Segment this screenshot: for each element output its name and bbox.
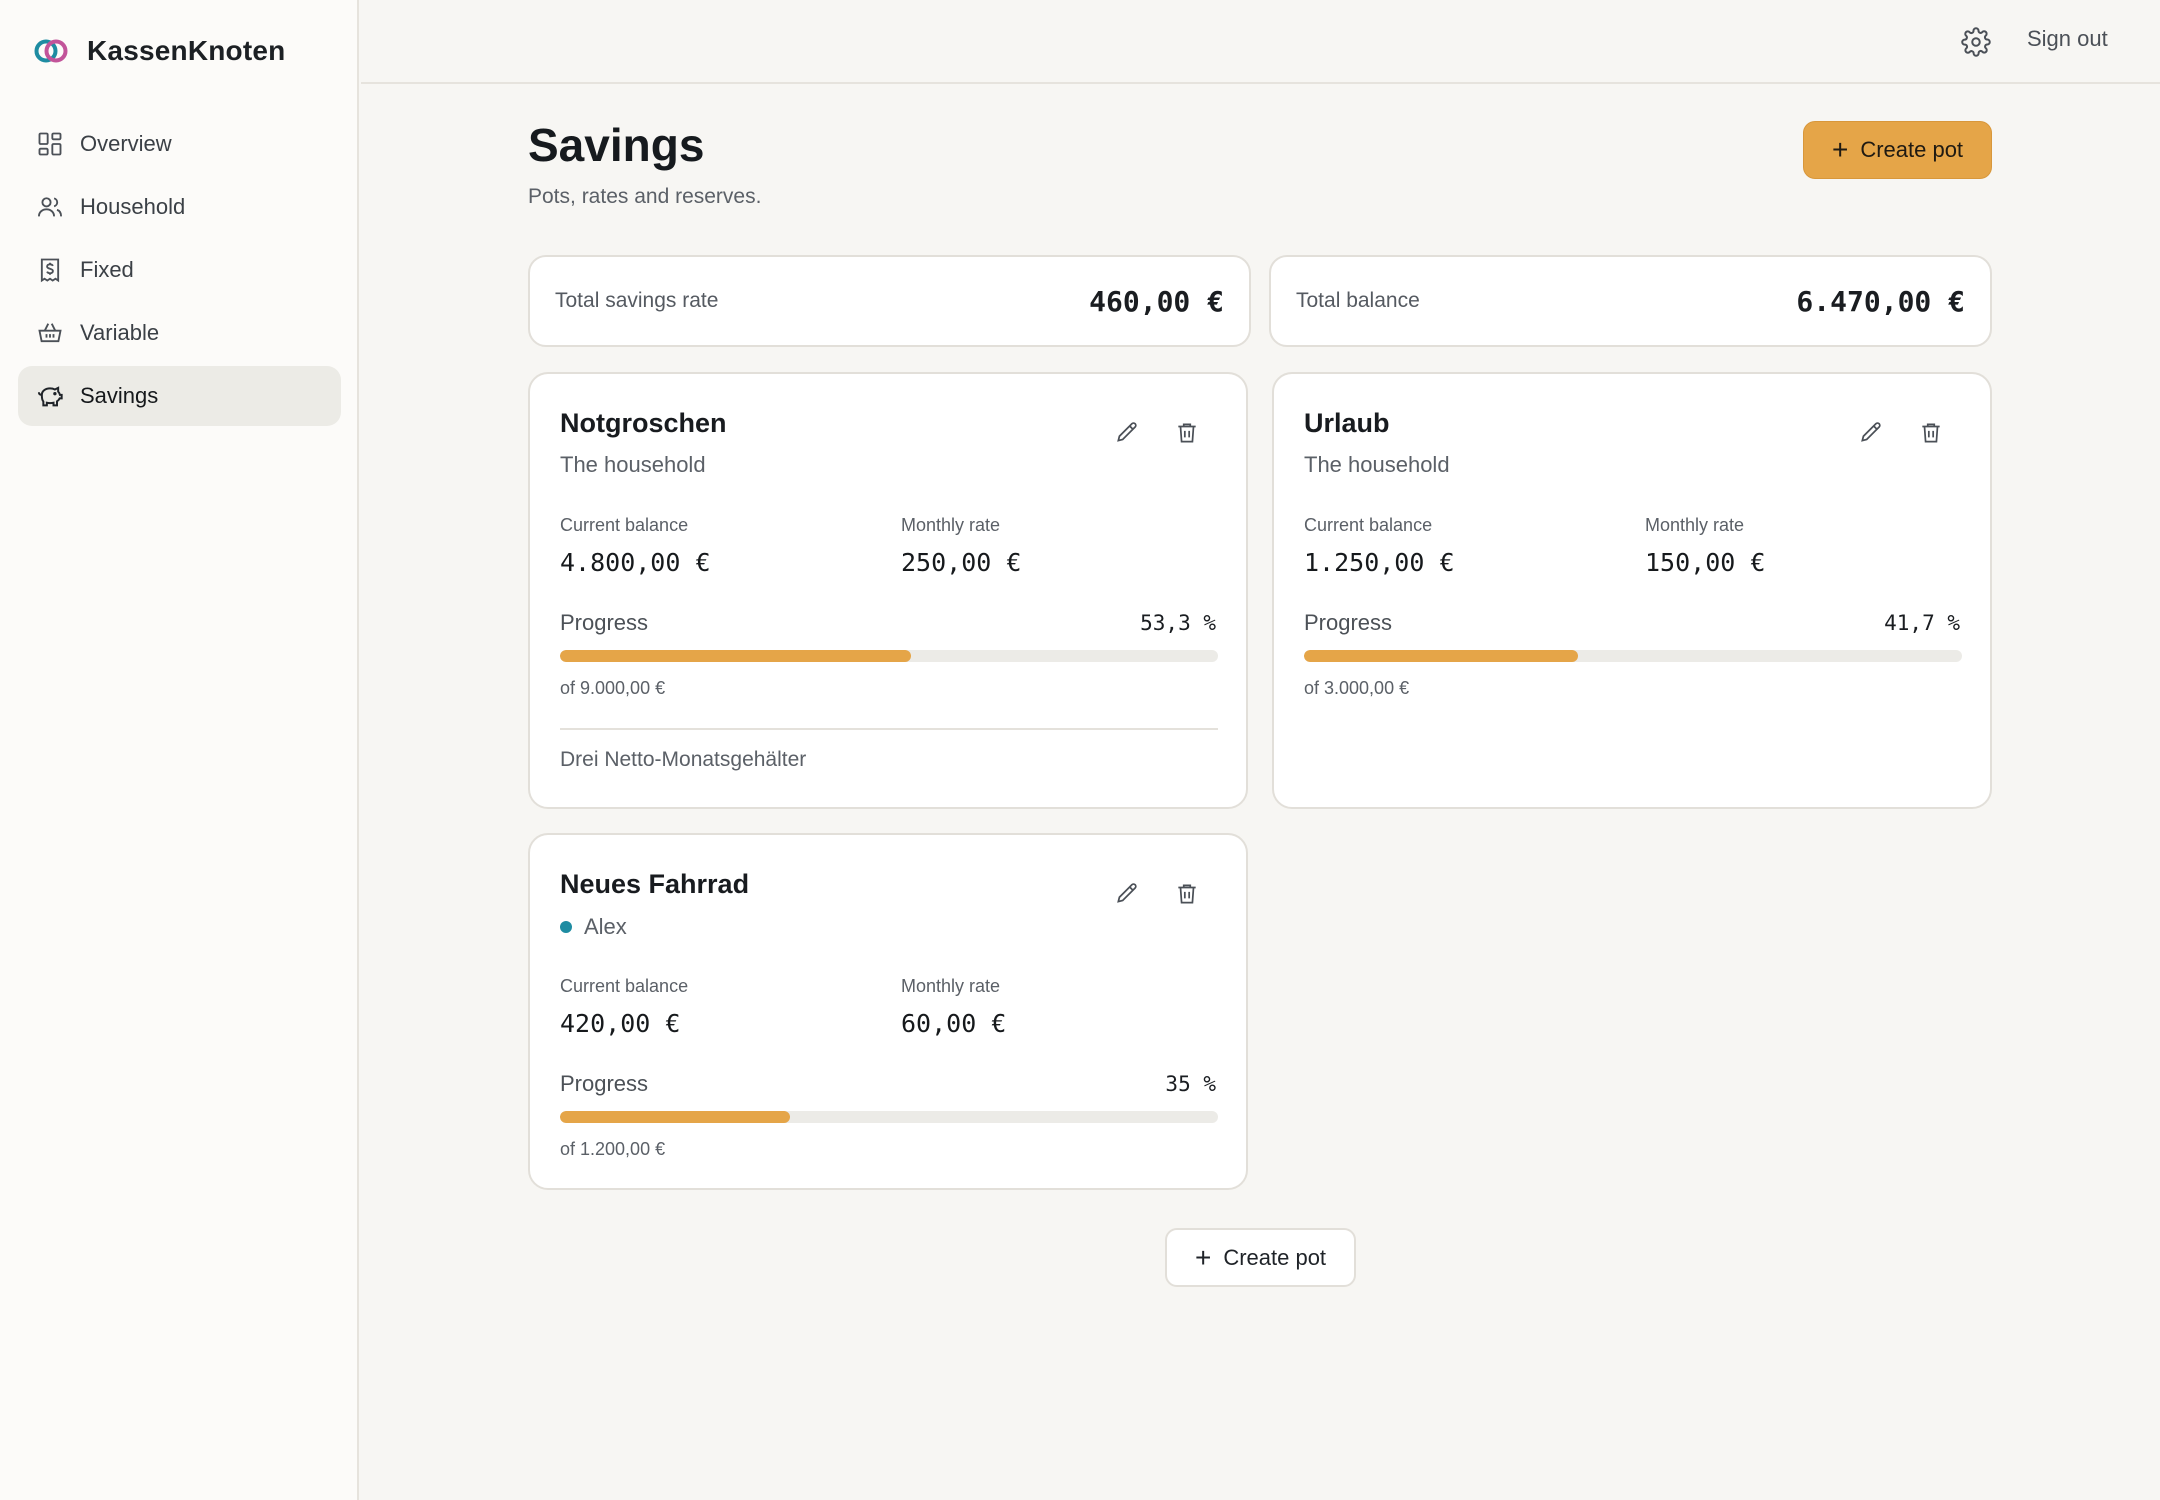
monthly-rate-value: 150,00 € [1645,548,1766,577]
sidebar-item-label: Fixed [80,257,134,282]
progress-fill [1304,650,1579,662]
sidebar-item-household[interactable]: Household [18,177,341,237]
pot-owner: The household [1304,452,1450,478]
pot-card: Urlaub The household Current balance 1.2… [1272,372,1992,809]
dashboard-icon [36,130,64,158]
page-subtitle: Pots, rates and reserves. [528,185,762,208]
monthly-rate-label: Monthly rate [901,515,1001,535]
basket-icon [36,319,64,347]
progress-bar [560,650,1218,662]
brand[interactable]: KassenKnoten [33,33,285,69]
progress-bar [560,1111,1218,1123]
total-balance-card: Total balance 6.470,00 € [1269,255,1992,347]
create-pot-label: Create pot [1860,137,1964,162]
app-name: KassenKnoten [87,35,286,66]
gear-icon[interactable] [1961,27,1991,57]
current-balance-value: 4.800,00 € [560,548,711,577]
two-rings-logo [34,39,68,63]
sidebar-item-label: Overview [80,131,172,156]
total-balance-label: Total balance [1296,289,1420,312]
pot-name: Notgroschen [560,408,727,438]
current-balance-label: Current balance [560,976,689,996]
sidebar-item-label: Household [80,194,186,219]
sidebar-item-label: Savings [80,383,159,408]
pot-owner: The household [560,452,706,478]
pot-owner-label: Alex [584,914,627,939]
pot-card: Neues Fahrrad Alex Current balance 420,0… [528,833,1248,1190]
plus-icon: + [1194,1241,1212,1273]
total-savings-rate-label: Total savings rate [555,289,719,312]
pot-name: Neues Fahrrad [560,869,750,899]
pot-note: Drei Netto-Monatsgehälter [560,748,807,771]
plus-icon: + [1831,134,1849,165]
pot-owner-label: The household [1304,452,1450,477]
current-balance-label: Current balance [1304,515,1433,535]
monthly-rate-value: 60,00 € [901,1009,1007,1038]
users-icon [36,193,64,221]
progress-percent: 41,7 % [1884,611,1960,635]
trash-icon[interactable] [1172,879,1202,909]
create-pot-label: Create pot [1223,1244,1327,1270]
progress-fill [560,650,911,662]
target-amount: of 3.000,00 € [1304,678,1410,698]
sidebar-item-savings[interactable]: Savings [18,366,341,426]
monthly-rate-value: 250,00 € [901,548,1022,577]
current-balance-label: Current balance [560,515,689,535]
pot-card: Notgroschen The household Current balanc… [528,372,1248,809]
sign-out-button[interactable]: Sign out [2027,26,2108,52]
total-savings-rate-card: Total savings rate 460,00 € [528,255,1251,347]
receipt-icon [36,256,64,284]
pot-owner: Alex [560,914,627,940]
target-amount: of 9.000,00 € [560,678,666,698]
target-amount: of 1.200,00 € [560,1139,666,1159]
sidebar-item-overview[interactable]: Overview [18,114,341,174]
sidebar-item-fixed[interactable]: Fixed [18,240,341,300]
progress-percent: 53,3 % [1140,611,1216,635]
sidebar: KassenKnoten Overview Household Fixed Va… [0,0,359,1500]
pot-name: Urlaub [1304,408,1390,438]
create-pot-bottom-button[interactable]: + Create pot [1165,1228,1356,1287]
sidebar-item-label: Variable [80,320,160,345]
divider [560,728,1218,730]
total-savings-rate-value: 460,00 € [1089,284,1224,318]
monthly-rate-label: Monthly rate [1645,515,1745,535]
sidebar-nav: Overview Household Fixed Variable Saving… [18,114,341,429]
pot-owner-label: The household [560,452,706,477]
edit-icon[interactable] [1856,418,1886,448]
current-balance-value: 1.250,00 € [1304,548,1455,577]
current-balance-value: 420,00 € [560,1009,681,1038]
total-balance-value: 6.470,00 € [1796,284,1965,318]
edit-icon[interactable] [1112,418,1142,448]
progress-label: Progress [1304,610,1393,635]
monthly-rate-label: Monthly rate [901,976,1001,996]
progress-bar [1304,650,1962,662]
owner-color-dot [560,921,572,933]
topbar: Sign out [361,0,2160,84]
create-pot-button[interactable]: + Create pot [1803,121,1992,179]
progress-fill [560,1111,791,1123]
progress-label: Progress [560,610,649,635]
trash-icon[interactable] [1916,418,1946,448]
trash-icon[interactable] [1172,418,1202,448]
progress-label: Progress [560,1071,649,1096]
piggy-bank-icon [36,382,64,410]
edit-icon[interactable] [1112,879,1142,909]
page-title: Savings [528,119,705,171]
progress-percent: 35 % [1165,1072,1216,1096]
sidebar-item-variable[interactable]: Variable [18,303,341,363]
